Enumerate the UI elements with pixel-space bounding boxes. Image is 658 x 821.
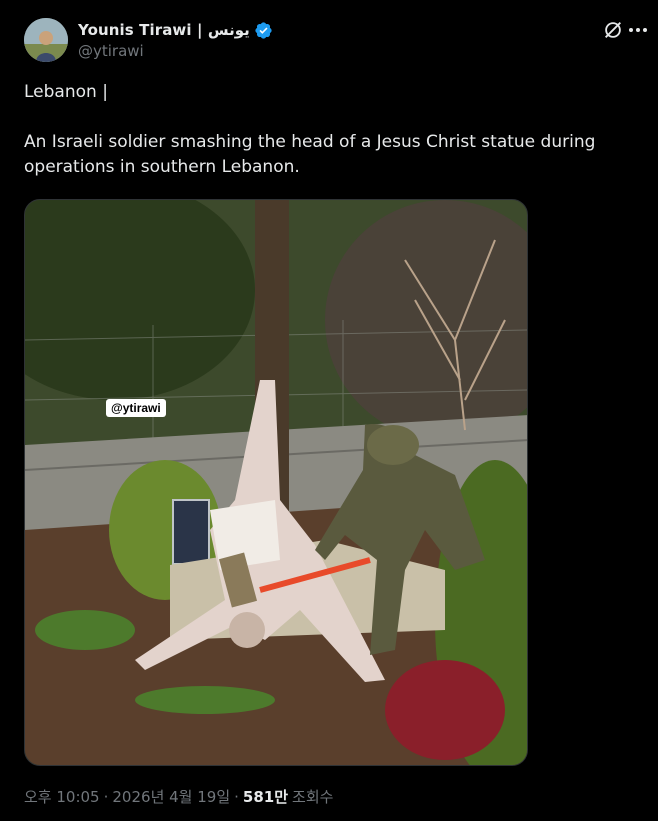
- author-block: Younis Tirawi | يونس @ytirawi: [78, 19, 273, 60]
- tweet-media[interactable]: [24, 199, 528, 766]
- verified-badge-icon[interactable]: [254, 21, 273, 40]
- media-photo: [25, 200, 527, 765]
- tweet-line-3: operations in southern Lebanon.: [24, 157, 300, 177]
- tweet-line-1: Lebanon |: [24, 82, 108, 102]
- avatar-image: [24, 18, 68, 62]
- grok-icon[interactable]: [602, 19, 624, 41]
- more-options-icon[interactable]: [626, 19, 650, 41]
- media-watermark: @ytirawi: [106, 399, 166, 417]
- tweet-time[interactable]: 오후 10:05: [24, 786, 100, 807]
- tweet-line-2: An Israeli soldier smashing the head of …: [24, 132, 596, 152]
- tweet-metadata: 오후 10:05 · 2026년 4월 19일 · 581만 조회수: [24, 786, 333, 807]
- meta-separator-2: ·: [234, 787, 239, 806]
- tweet-text: Lebanon | An Israeli soldier smashing th…: [24, 80, 634, 180]
- author-name[interactable]: Younis Tirawi | يونس: [78, 21, 250, 39]
- meta-separator: ·: [103, 787, 109, 806]
- tweet-date[interactable]: 2026년 4월 19일: [112, 786, 230, 807]
- author-handle[interactable]: @ytirawi: [78, 42, 273, 60]
- views-label: 조회수: [292, 788, 334, 806]
- views-count[interactable]: 581만: [243, 786, 288, 807]
- avatar[interactable]: [24, 18, 68, 62]
